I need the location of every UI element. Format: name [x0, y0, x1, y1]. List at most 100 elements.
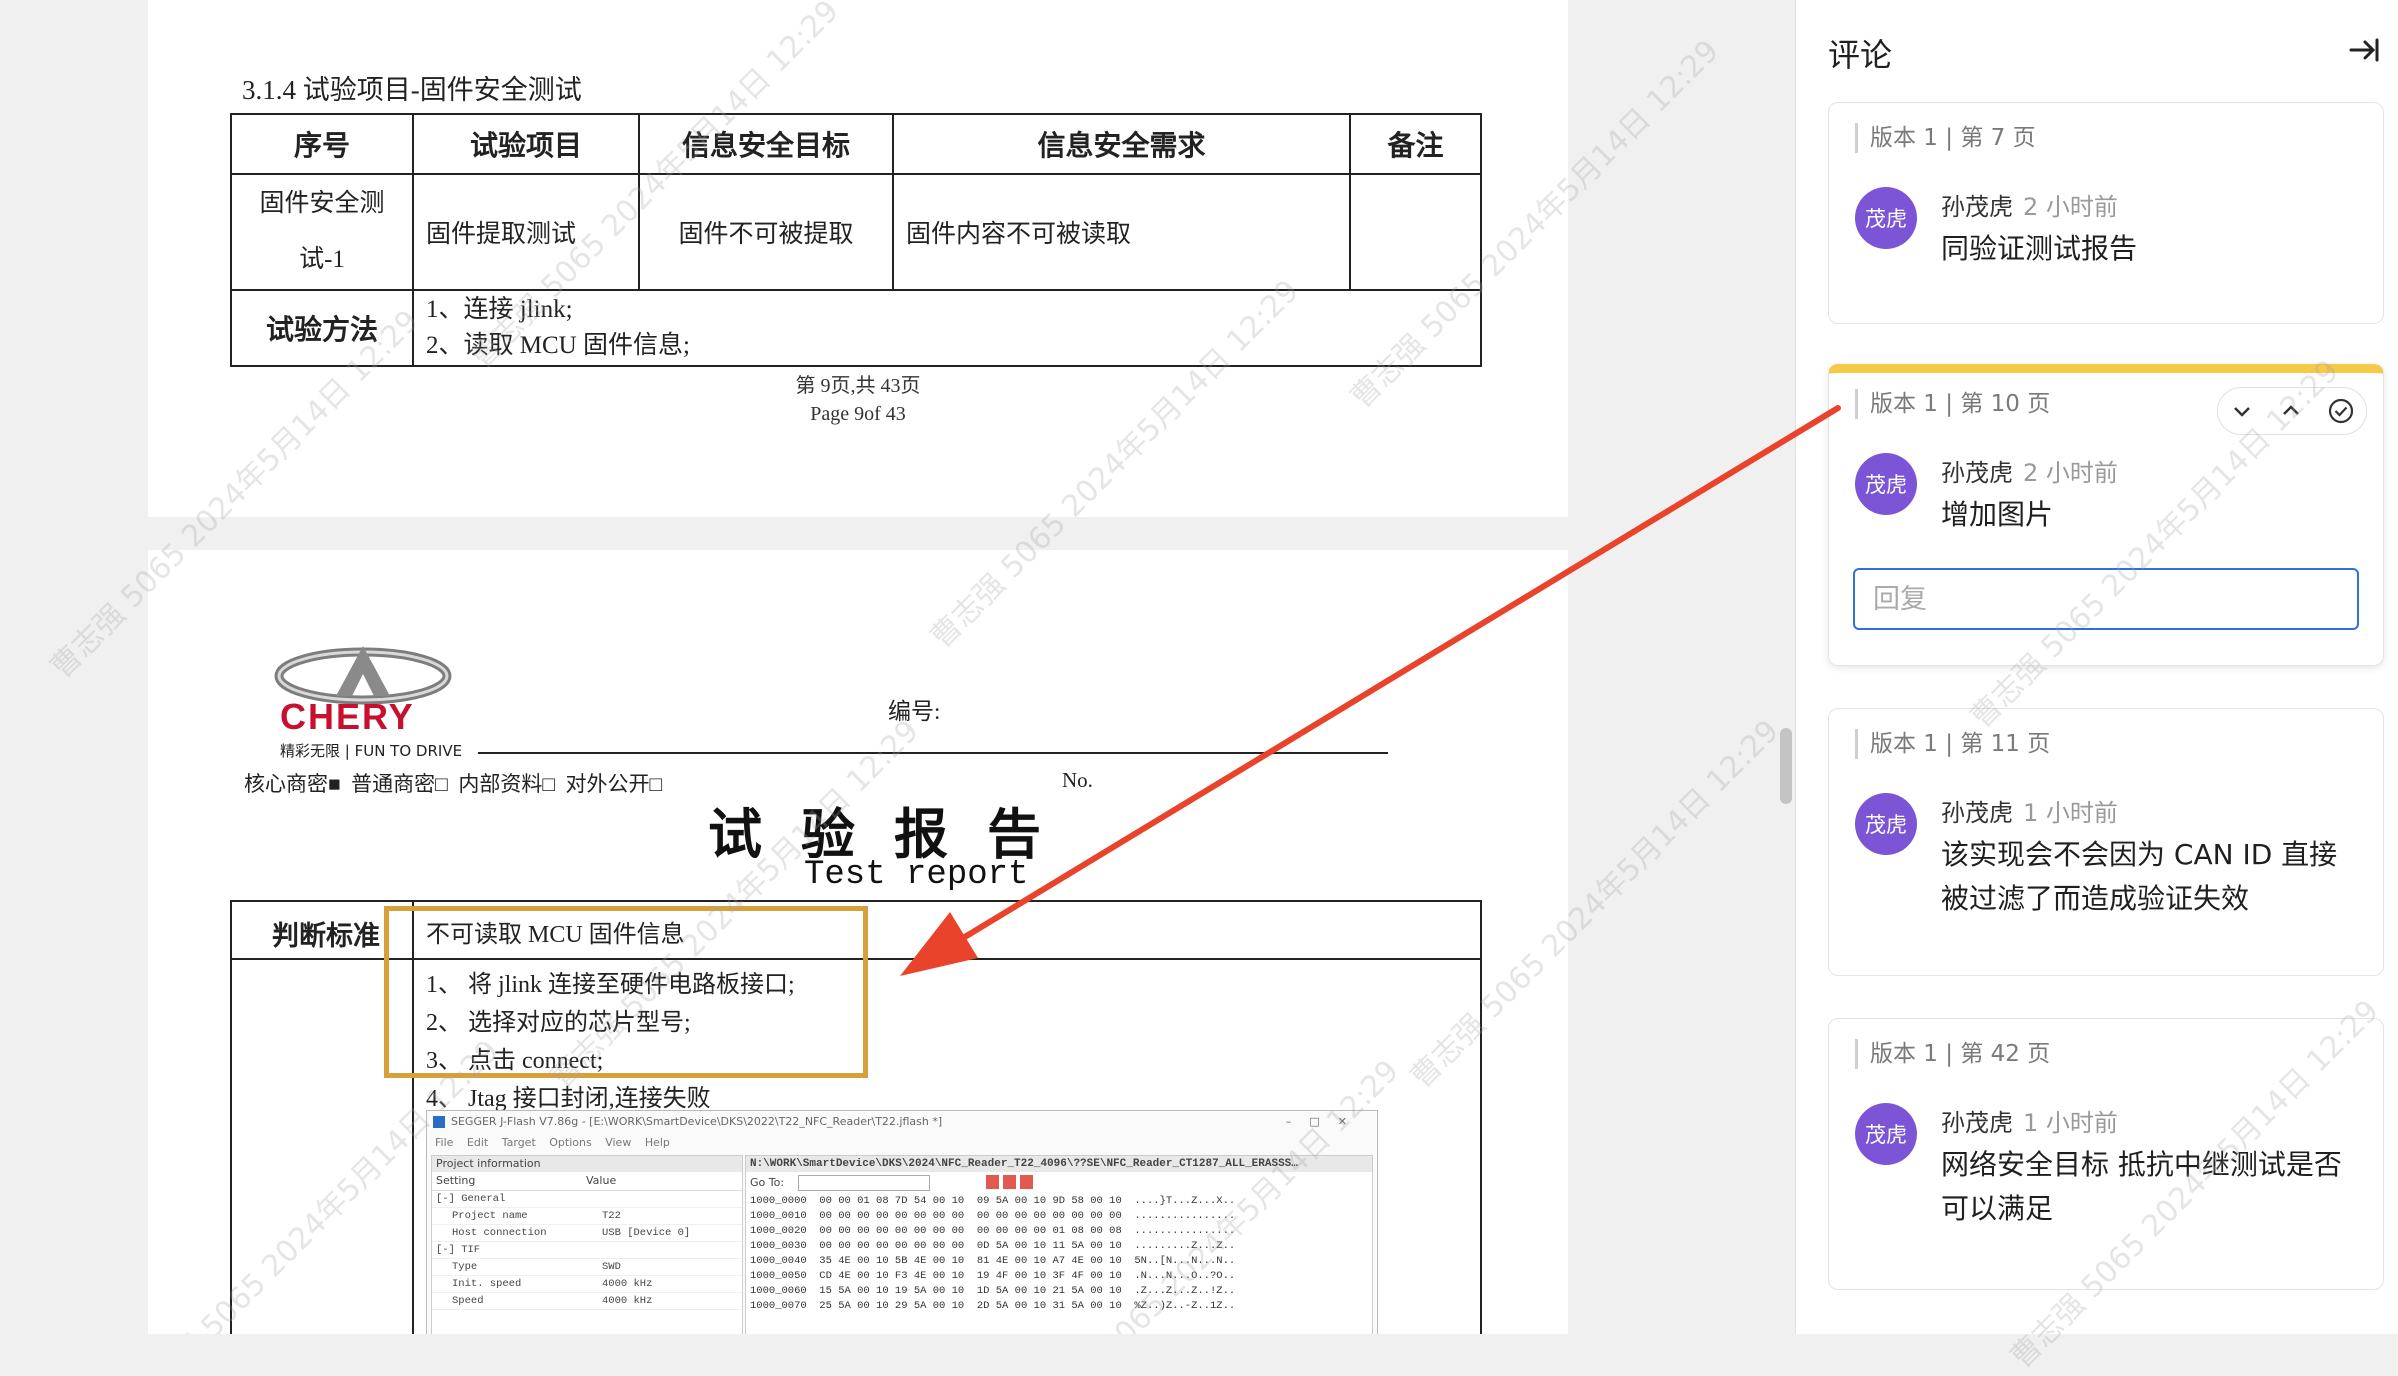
table-cell-note — [1349, 173, 1482, 291]
cell-text: 试-1 — [299, 246, 345, 273]
setting-value: T22 — [602, 1210, 621, 1222]
criteria-label: 判断标准 — [272, 921, 380, 951]
author-name: 孙茂虎 — [1941, 799, 2013, 827]
table-header: 序号 — [230, 113, 414, 175]
chery-logo: CHERY 精彩无限 | FUN TO DRIVE — [268, 640, 462, 760]
avatar: 茂虎 — [1855, 793, 1917, 855]
comment-time: 2 小时前 — [2023, 193, 2118, 221]
hex-panel: N:\WORK\SmartDevice\DKS\2024\NFC_Reader_… — [745, 1155, 1373, 1334]
table-cell-requirement: 固件内容不可被读取 — [892, 173, 1351, 291]
setting-value: USB [Device 0] — [602, 1227, 691, 1239]
setting-name: Init. speed — [452, 1278, 522, 1290]
hex-line: 1000_0050 CD 4E 00 10 F3 4E 00 10 19 4F … — [750, 1270, 1236, 1282]
jflash-title: SEGGER J-Flash V7.86g - [E:\WORK\SmartDe… — [451, 1115, 943, 1128]
project-info-row: Host connection USB [Device 0] — [432, 1225, 742, 1242]
section-heading: 3.1.4 试验项目-固件安全测试 — [242, 75, 582, 105]
table-header: 备注 — [1349, 113, 1482, 175]
menu-item: Help — [644, 1136, 670, 1149]
setting-value: 4000 kHz — [602, 1278, 653, 1290]
author-name: 孙茂虎 — [1941, 193, 2013, 221]
panel-header: Setting Value — [432, 1172, 742, 1191]
jflash-screenshot: SEGGER J-Flash V7.86g - [E:\WORK\SmartDe… — [426, 1110, 1378, 1334]
comment-card-active[interactable]: 版本 1 | 第 10 页 茂虎 孙茂虎 2 小时前 增加图片 — [1828, 364, 2384, 666]
page-footer-cn: 第 9页,共 43页 — [795, 375, 921, 397]
reply-input[interactable] — [1853, 568, 2359, 630]
table-row: 试验方法 1、连接 jlink; 2、读取 MCU 固件信息; — [230, 289, 1482, 367]
goto-input[interactable] — [798, 1175, 930, 1191]
setting-name: Type — [452, 1261, 478, 1273]
avatar: 茂虎 — [1855, 187, 1917, 249]
table-header: 试验项目 — [412, 113, 640, 175]
hex-line: 1000_0040 35 4E 00 10 5B 4E 00 10 81 4E … — [750, 1255, 1236, 1267]
collapse-sidebar-button[interactable] — [2343, 30, 2383, 70]
menu-item: File — [435, 1136, 454, 1149]
comment-time: 1 小时前 — [2023, 799, 2118, 827]
document-viewer[interactable]: 3.1.4 试验项目-固件安全测试 序号 试验项目 信息安全目标 信息安全需求 … — [0, 0, 1795, 1334]
document-page-9: 3.1.4 试验项目-固件安全测试 序号 试验项目 信息安全目标 信息安全需求 … — [148, 0, 1568, 517]
goto-label: Go To: — [750, 1176, 785, 1189]
hex-line: 1000_0060 15 5A 00 10 19 5A 00 10 1D 5A … — [750, 1285, 1236, 1297]
comment-card[interactable]: 版本 1 | 第 11 页 茂虎 孙茂虎 1 小时前 该实现会不会因为 CAN I… — [1828, 708, 2384, 976]
project-info-row: [-] General — [432, 1191, 742, 1208]
resolve-check-icon[interactable] — [2327, 397, 2355, 425]
marker-2-icon — [1003, 1175, 1016, 1189]
jflash-titlebar: SEGGER J-Flash V7.86g - [E:\WORK\SmartDe… — [427, 1111, 1377, 1133]
project-info-panel: Project information Setting Value [-] Ge… — [431, 1155, 743, 1334]
project-info-row: Speed 4000 kHz — [432, 1293, 742, 1310]
menu-item: Target — [501, 1136, 536, 1149]
viewer-scrollbar[interactable] — [1780, 728, 1792, 804]
comment-version: 版本 1 | 第 7 页 — [1855, 123, 2036, 153]
header-rule — [478, 752, 1388, 754]
comment-text: 同验证测试报告 — [1941, 232, 2138, 265]
setting-name: Host connection — [452, 1227, 547, 1239]
test-item-table: 序号 试验项目 信息安全目标 信息安全需求 备注 固件安全测 试-1 固件提取测… — [230, 113, 1482, 367]
method-step: 2、读取 MCU 固件信息; — [426, 332, 690, 359]
page-footer: 第 9页,共 43页 Page 9of 43 — [148, 372, 1568, 428]
comment-text: 网络安全目标 抵抗中继测试是否可以满足 — [1941, 1148, 2342, 1225]
marker-3-icon — [1020, 1175, 1033, 1189]
author-name: 孙茂虎 — [1941, 459, 2013, 487]
comment-author: 孙茂虎 1 小时前 — [1941, 1103, 2118, 1138]
cell-text: 固件安全测 — [259, 190, 385, 217]
project-info-row: Project name T22 — [432, 1208, 742, 1225]
chevron-down-icon[interactable] — [2229, 398, 2255, 424]
number-label-en: No. — [1062, 768, 1093, 792]
project-info-row: Type SWD — [432, 1259, 742, 1276]
hex-line: 1000_0070 25 5A 00 10 29 5A 00 10 2D 5A … — [750, 1300, 1236, 1312]
jflash-menubar: File Edit Target Options View Help — [427, 1133, 1377, 1153]
number-label: 编号: — [888, 699, 941, 724]
classification-line: 核心商密■ 普通商密□ 内部资料□ 对外公开□ — [244, 772, 663, 796]
marker-icons — [986, 1175, 1033, 1197]
window-controls: –□✕ — [1285, 1115, 1365, 1128]
setting-name: [-] TIF — [436, 1244, 481, 1256]
hex-line: 1000_0010 00 00 00 00 00 00 00 00 00 00 … — [750, 1210, 1236, 1222]
marker-1-icon — [986, 1175, 999, 1189]
hex-line: 1000_0020 00 00 00 00 00 00 00 00 00 00 … — [750, 1225, 1236, 1237]
panel-title: Project information — [432, 1156, 742, 1172]
col-setting: Setting — [436, 1174, 476, 1187]
comment-card[interactable]: 版本 1 | 第 7 页 茂虎 孙茂虎 2 小时前 同验证测试报告 — [1828, 102, 2384, 324]
table-cell-item: 固件提取测试 — [412, 173, 640, 291]
method-steps: 1、连接 jlink; 2、读取 MCU 固件信息; — [412, 289, 1482, 367]
highlight-box-annotation — [384, 906, 868, 1078]
setting-name: Project name — [452, 1210, 528, 1222]
comment-text: 该实现会不会因为 CAN ID 直接被过滤了而造成验证失效 — [1941, 838, 2338, 915]
chevron-up-icon[interactable] — [2278, 398, 2304, 424]
method-step: 1、连接 jlink; — [426, 296, 573, 323]
author-name: 孙茂虎 — [1941, 1109, 2013, 1137]
report-title-en: Test report — [804, 856, 1029, 894]
jflash-app-icon — [433, 1116, 445, 1128]
setting-value: 4000 kHz — [602, 1295, 653, 1307]
sidebar-title: 评论 — [1828, 36, 1893, 74]
setting-name: Speed — [452, 1295, 484, 1307]
hex-dump: 1000_0000 00 00 01 08 7D 54 00 10 09 5A … — [746, 1194, 1372, 1314]
table-cell-id: 固件安全测 试-1 — [230, 173, 414, 291]
chery-tagline: 精彩无限 | FUN TO DRIVE — [280, 742, 463, 760]
page-footer-en: Page 9of 43 — [810, 403, 906, 425]
project-info-rows: [-] General Project name T22 Host connectio… — [432, 1191, 742, 1310]
comment-author: 孙茂虎 2 小时前 — [1941, 453, 2118, 488]
comment-card[interactable]: 版本 1 | 第 42 页 茂虎 孙茂虎 1 小时前 网络安全目标 抵抗中继测试是… — [1828, 1018, 2384, 1290]
setting-name: [-] General — [436, 1193, 506, 1205]
document-page-10: CHERY 精彩无限 | FUN TO DRIVE 编号: 核心商密■ 普通商密… — [148, 550, 1568, 1334]
menu-item: View — [605, 1136, 632, 1149]
